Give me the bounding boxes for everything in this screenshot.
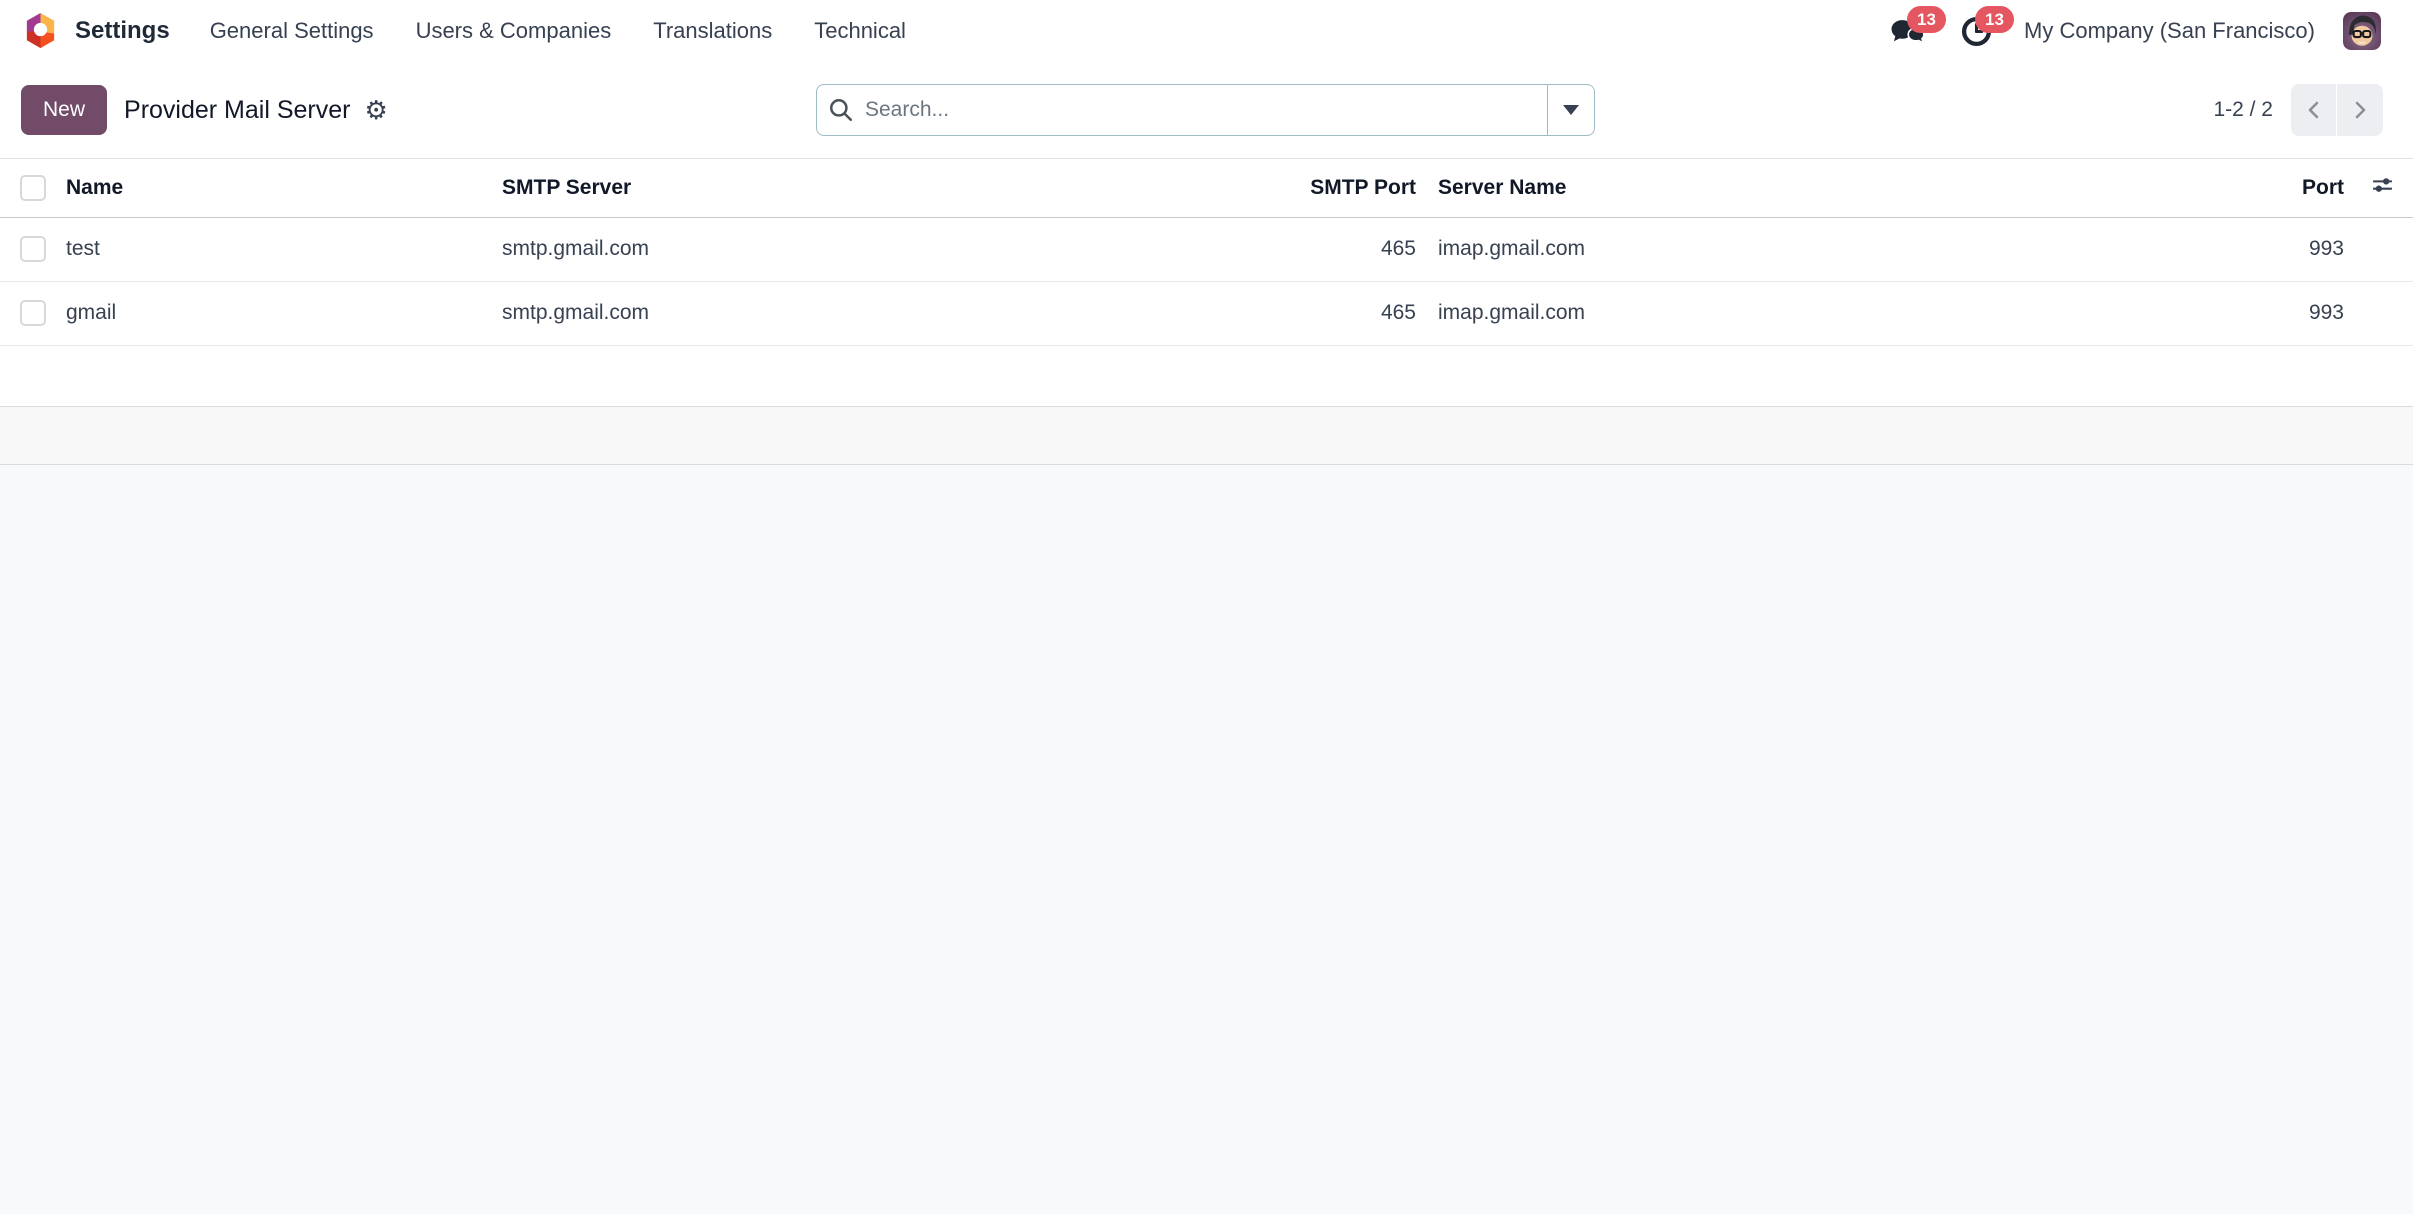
cell-name[interactable]: test <box>66 217 502 281</box>
systray: 13 13 My Company (San Francisco) <box>1888 11 2381 51</box>
page-title: Provider Mail Server <box>124 96 350 125</box>
column-header-server-name[interactable]: Server Name <box>1424 159 2152 217</box>
cell-smtp-port[interactable]: 465 <box>1302 217 1424 281</box>
row-checkbox[interactable] <box>20 300 46 326</box>
action-menu-gear-icon[interactable]: ⚙ <box>364 97 387 123</box>
menu-item-translations[interactable]: Translations <box>653 18 772 44</box>
odoo-settings-logo-icon <box>21 11 60 52</box>
cell-smtp-port[interactable]: 465 <box>1302 281 1424 345</box>
pager: 1-2 / 2 <box>2213 84 2383 136</box>
cell-smtp-server[interactable]: smtp.gmail.com <box>502 281 1302 345</box>
caret-down-icon <box>1563 105 1579 115</box>
company-switcher[interactable]: My Company (San Francisco) <box>2024 18 2315 44</box>
select-all-checkbox-cell <box>0 159 66 217</box>
pager-next-button[interactable] <box>2337 84 2383 136</box>
page-background <box>0 465 2413 1214</box>
search-options-toggle[interactable] <box>1547 85 1594 135</box>
table-row[interactable]: gmail smtp.gmail.com 465 imap.gmail.com … <box>0 281 2413 345</box>
search-icon <box>817 85 865 135</box>
table-row[interactable]: test smtp.gmail.com 465 imap.gmail.com 9… <box>0 217 2413 281</box>
cell-smtp-server[interactable]: smtp.gmail.com <box>502 217 1302 281</box>
app-switcher[interactable]: Settings <box>21 11 170 52</box>
app-name[interactable]: Settings <box>75 17 170 45</box>
control-panel: New Provider Mail Server ⚙ 1-2 / 2 <box>0 62 2413 158</box>
column-header-name[interactable]: Name <box>66 159 502 217</box>
cell-name[interactable]: gmail <box>66 281 502 345</box>
row-checkbox[interactable] <box>20 236 46 262</box>
column-header-smtp-port[interactable]: SMTP Port <box>1302 159 1424 217</box>
menu-item-general-settings[interactable]: General Settings <box>210 18 374 44</box>
cell-server-name[interactable]: imap.gmail.com <box>1424 217 2152 281</box>
menu-item-users-companies[interactable]: Users & Companies <box>416 18 612 44</box>
pager-previous-button[interactable] <box>2291 84 2337 136</box>
sliders-icon[interactable] <box>2371 173 2394 196</box>
empty-rows-area <box>0 346 2413 406</box>
chevron-left-icon <box>2305 99 2323 121</box>
optional-columns-cell <box>2352 159 2413 217</box>
cell-port[interactable]: 993 <box>2152 217 2352 281</box>
list-footer-band <box>0 406 2413 465</box>
row-checkbox-cell <box>0 217 66 281</box>
search-bar <box>816 84 1595 136</box>
cell-port[interactable]: 993 <box>2152 281 2352 345</box>
new-button[interactable]: New <box>21 85 107 135</box>
activities-button[interactable]: 13 <box>1956 11 1996 51</box>
column-header-port[interactable]: Port <box>2152 159 2352 217</box>
activities-badge: 13 <box>1975 6 2014 33</box>
mail-server-table: Name SMTP Server SMTP Port Server Name P… <box>0 159 2413 346</box>
cell-empty <box>2352 217 2413 281</box>
user-avatar[interactable] <box>2343 12 2381 50</box>
pager-value[interactable]: 1-2 / 2 <box>2213 98 2273 122</box>
table-header-row: Name SMTP Server SMTP Port Server Name P… <box>0 159 2413 217</box>
column-header-smtp-server[interactable]: SMTP Server <box>502 159 1302 217</box>
chevron-right-icon <box>2351 99 2369 121</box>
row-checkbox-cell <box>0 281 66 345</box>
cell-empty <box>2352 281 2413 345</box>
search-input[interactable] <box>865 85 1547 135</box>
list-view: Name SMTP Server SMTP Port Server Name P… <box>0 158 2413 406</box>
navbar: Settings General Settings Users & Compan… <box>0 0 2413 62</box>
top-menu: General Settings Users & Companies Trans… <box>210 18 906 44</box>
cell-server-name[interactable]: imap.gmail.com <box>1424 281 2152 345</box>
messages-button[interactable]: 13 <box>1888 11 1928 51</box>
messages-badge: 13 <box>1907 6 1946 33</box>
select-all-checkbox[interactable] <box>20 175 46 201</box>
menu-item-technical[interactable]: Technical <box>814 18 906 44</box>
